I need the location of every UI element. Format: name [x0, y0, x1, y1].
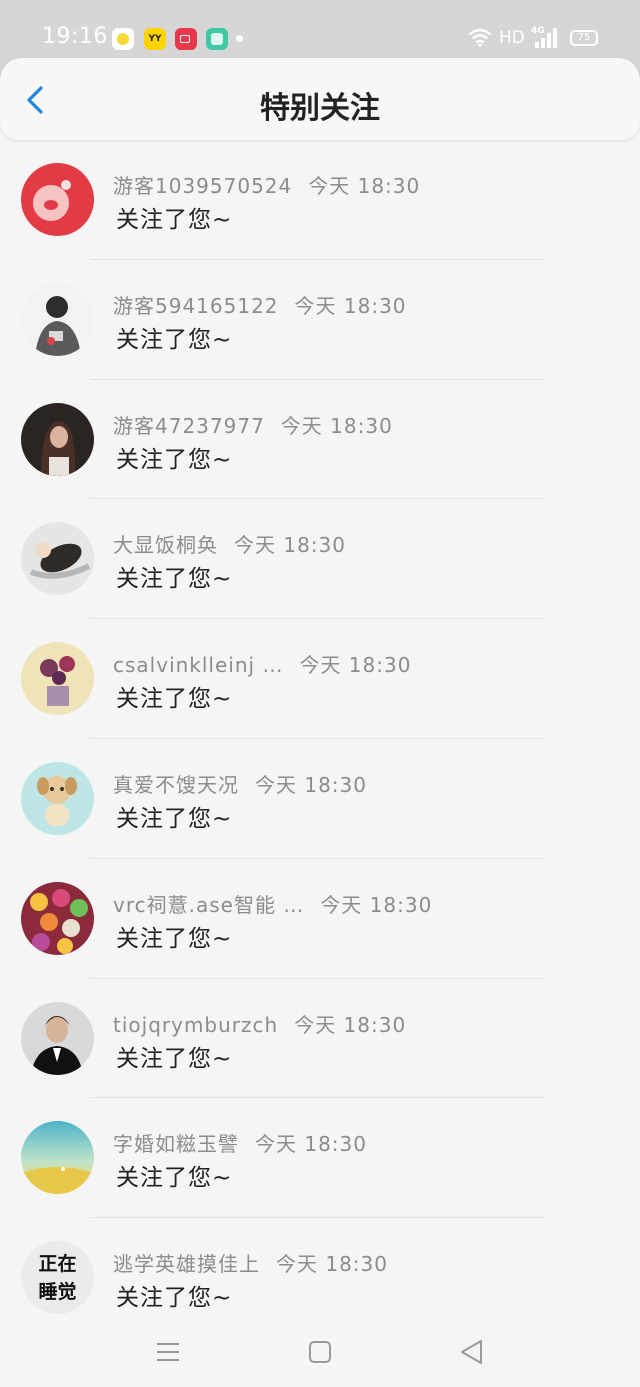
timestamp: 今天 18:30: [294, 1012, 407, 1037]
username: vrc祠薏.ase智能 … 今天 18:30: [113, 892, 433, 917]
list-item[interactable]: 字婚如糍玉譬 今天 18:30 关注了您~: [0, 1098, 640, 1219]
avatar[interactable]: [21, 761, 94, 835]
timestamp: 今天 18:30: [234, 533, 346, 558]
message-text: 关注了您~: [116, 686, 233, 713]
message-text: 关注了您~: [116, 326, 233, 353]
header-bar: 特别关注: [0, 58, 640, 140]
avatar[interactable]: [21, 282, 94, 356]
status-time: 19:16: [42, 24, 108, 49]
wifi-icon: [468, 28, 492, 47]
follow-list: 游客1039570524 今天 18:30 关注了您~ 游客594165122 今天…: [0, 140, 640, 1338]
timestamp: 今天 18:30: [255, 1132, 367, 1157]
username: 真爱不馊天况 今天 18:30: [113, 772, 367, 797]
yy-app-icon: YY: [144, 28, 166, 50]
menu-button[interactable]: [148, 1332, 188, 1372]
system-nav-bar: [0, 1318, 640, 1387]
username: 游客594165122 今天 18:30: [113, 293, 407, 318]
signal-icon: [533, 26, 557, 48]
message-text: 关注了您~: [116, 446, 233, 473]
timestamp: 今天 18:30: [280, 413, 393, 438]
menu-icon: [157, 1343, 179, 1361]
home-button[interactable]: [300, 1332, 340, 1372]
avatar[interactable]: [21, 881, 94, 955]
video-app-icon: [175, 28, 197, 50]
home-square-icon: [309, 1341, 331, 1363]
username: 大显饭桐奂 今天 18:30: [113, 533, 346, 558]
list-item[interactable]: tiojqrymburzch 今天 18:30 关注了您~: [0, 979, 640, 1099]
message-text: 关注了您~: [116, 566, 233, 593]
timestamp: 今天 18:30: [299, 653, 412, 678]
back-nav-button[interactable]: [452, 1332, 492, 1372]
list-item[interactable]: 游客47237977 今天 18:30 关注了您~: [0, 380, 640, 500]
timestamp: 今天 18:30: [320, 892, 433, 917]
avatar[interactable]: 正在 睡觉: [21, 1241, 94, 1315]
timestamp: 今天 18:30: [255, 772, 367, 797]
username: tiojqrymburzch 今天 18:30: [113, 1012, 407, 1037]
page-title: 特别关注: [260, 91, 380, 126]
list-item[interactable]: vrc祠薏.ase智能 … 今天 18:30 关注了您~: [0, 859, 640, 979]
network-hd-label: HD: [499, 28, 525, 48]
avatar[interactable]: [21, 163, 94, 236]
message-text: 关注了您~: [116, 1165, 233, 1192]
avatar[interactable]: [21, 1001, 94, 1075]
list-item[interactable]: 大显饭桐奂 今天 18:30 关注了您~: [0, 499, 640, 620]
notification-app-icon-4: [206, 28, 228, 50]
battery-icon: 75: [570, 30, 598, 46]
avatar[interactable]: [21, 522, 94, 596]
timestamp: 今天 18:30: [276, 1252, 388, 1277]
message-text: 关注了您~: [116, 1285, 233, 1312]
username: 逃学英雄摸佳上 今天 18:30: [113, 1252, 388, 1277]
username: 字婚如糍玉譬 今天 18:30: [113, 1132, 367, 1157]
username: csalvinklleinj … 今天 18:30: [113, 653, 412, 678]
notification-app-icon-1: [112, 28, 134, 50]
avatar[interactable]: [21, 1121, 94, 1195]
avatar[interactable]: [21, 642, 94, 716]
username: 游客47237977 今天 18:30: [113, 413, 393, 438]
list-item[interactable]: 真爱不馊天况 今天 18:30 关注了您~: [0, 739, 640, 859]
username: 游客1039570524 今天 18:30: [113, 174, 421, 198]
timestamp: 今天 18:30: [294, 293, 407, 318]
avatar[interactable]: [21, 402, 94, 476]
message-text: 关注了您~: [116, 925, 233, 952]
timestamp: 今天 18:30: [308, 174, 421, 198]
list-item[interactable]: 游客1039570524 今天 18:30 关注了您~: [0, 140, 640, 260]
message-text: 关注了您~: [116, 805, 233, 832]
list-item[interactable]: csalvinklleinj … 今天 18:30 关注了您~: [0, 619, 640, 739]
message-text: 关注了您~: [116, 207, 233, 233]
list-item[interactable]: 游客594165122 今天 18:30 关注了您~: [0, 260, 640, 380]
more-notifications-dot-icon: [236, 35, 243, 42]
message-text: 关注了您~: [116, 1045, 233, 1072]
triangle-back-icon: [461, 1340, 482, 1364]
